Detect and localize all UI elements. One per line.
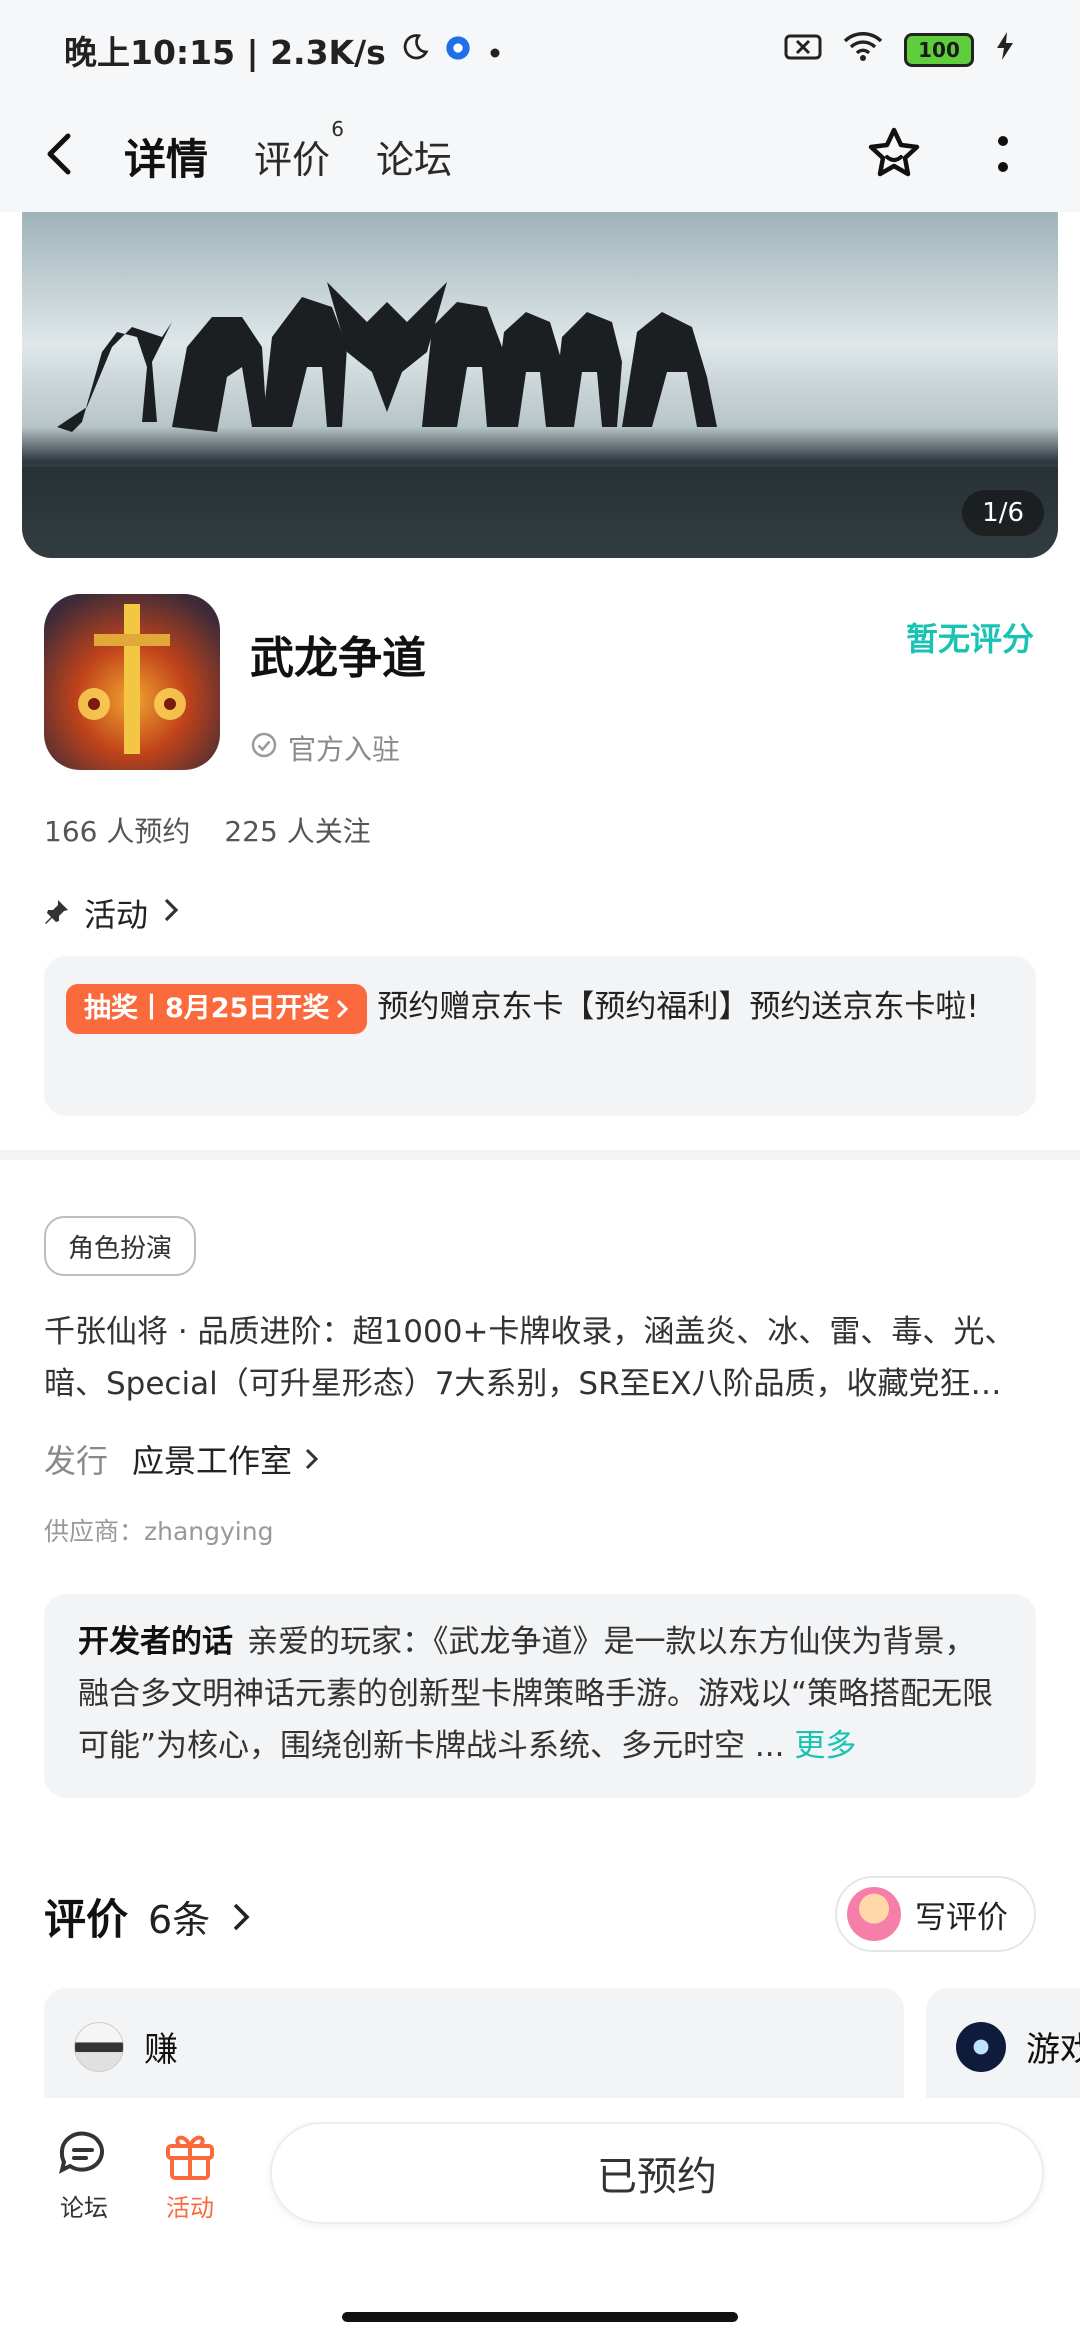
reviews-count: 6条: [148, 1898, 211, 1942]
reserved-button[interactable]: 已预约: [270, 2122, 1044, 2224]
publisher-name: 应景工作室: [132, 1442, 293, 1480]
publisher-label: 发行: [44, 1442, 109, 1480]
tab-reviews[interactable]: 评价 6: [254, 117, 344, 184]
sim-off-icon: [784, 31, 822, 70]
status-bar: 晚上10:15 | 2.3K/s 100: [0, 0, 1080, 100]
reviews-header[interactable]: 评价 6条: [44, 1886, 252, 1947]
followers-count: 225 人关注: [224, 815, 371, 848]
supplier-info: 供应商：zhangying: [44, 1517, 274, 1546]
activity-heading: 活动: [84, 896, 149, 934]
lottery-badge[interactable]: 抽奖丨8月25日开奖: [66, 983, 368, 1034]
activity-card[interactable]: 抽奖丨8月25日开奖 预约赠京东卡【预约福利】预约送京东卡啦!: [44, 956, 1036, 1116]
tab-reviews-badge: 6: [331, 116, 345, 141]
activity-header[interactable]: 活动: [44, 890, 180, 936]
official-badge: 官方入驻: [250, 728, 400, 768]
favorite-star-icon[interactable]: [864, 124, 924, 188]
tab-forum-label: 论坛: [376, 137, 453, 182]
reviewer-avatar: [956, 2022, 1006, 2072]
battery-icon: 100: [904, 33, 974, 67]
app-status-icon: [444, 31, 472, 70]
activity-tab-label: 活动: [166, 2194, 214, 2222]
banner-artwork: [22, 282, 1058, 558]
user-avatar: [847, 1887, 901, 1941]
forum-tab[interactable]: 论坛: [54, 2128, 114, 2223]
verified-check-icon: [250, 731, 278, 766]
rating-status: 暂无评分: [905, 620, 1034, 658]
reviews-title: 评价: [44, 1895, 129, 1944]
game-description[interactable]: 千张仙将 · 品质进阶：超1000+卡牌收录，涵盖炎、冰、雷、毒、光、暗、Spe…: [44, 1306, 1036, 1410]
chevron-right-icon: [162, 894, 180, 932]
lottery-badge-label: 抽奖丨8月25日开奖: [84, 992, 330, 1024]
wifi-icon: [842, 30, 884, 70]
home-indicator[interactable]: [342, 2312, 738, 2322]
publisher-chevron-icon: [305, 1448, 319, 1470]
more-menu-icon[interactable]: [996, 132, 1010, 180]
back-button[interactable]: [40, 130, 80, 182]
write-review-button[interactable]: 写评价: [835, 1876, 1036, 1952]
tab-details[interactable]: 详情: [119, 126, 213, 187]
forum-chat-icon: [59, 2131, 104, 2174]
tab-reviews-label: 评价: [254, 137, 331, 182]
section-divider: [0, 1150, 1080, 1160]
dot-icon: [486, 31, 504, 70]
reviewer-name: 游戏: [1026, 2030, 1080, 2070]
badge-chevron-icon: [337, 999, 349, 1018]
pin-icon: [44, 894, 70, 932]
developer-note-card[interactable]: 开发者的话 亲爱的玩家：《武龙争道》是一款以东方仙侠为背景，融合多文明神话元素的创…: [44, 1594, 1036, 1798]
developer-note-label: 开发者的话: [78, 1624, 233, 1660]
genre-tag[interactable]: 角色扮演: [44, 1216, 197, 1276]
activity-text: 预约赠京东卡【预约福利】预约送京东卡啦!: [377, 989, 979, 1025]
nav-bar: 详情 评价 6 论坛: [0, 100, 1080, 212]
write-review-label: 写评价: [915, 1899, 1008, 1936]
tab-forum[interactable]: 论坛: [376, 129, 452, 184]
official-label: 官方入驻: [288, 733, 401, 766]
screenshot-carousel[interactable]: 1/6: [22, 212, 1058, 558]
charging-icon: [994, 30, 1016, 70]
developer-note-more-link[interactable]: 更多: [794, 1728, 856, 1764]
activity-tab[interactable]: 活动: [162, 2128, 218, 2223]
game-stats: 166 人预约 225 人关注: [44, 810, 371, 850]
status-time: 晚上10:15 | 2.3K/s: [64, 33, 386, 72]
moon-icon: [400, 31, 430, 70]
bottom-action-bar: 论坛 活动 已预约: [0, 2098, 1080, 2340]
game-app-icon: [44, 594, 220, 770]
reviews-chevron-icon: [233, 1903, 250, 1930]
gift-icon: [166, 2135, 214, 2180]
reservations-count: 166 人预约: [44, 815, 191, 848]
carousel-counter: 1/6: [962, 490, 1044, 536]
reviewer-avatar: [74, 2022, 124, 2072]
publisher-row[interactable]: 发行 应景工作室: [44, 1436, 320, 1482]
reviewer-name: 赚: [144, 2030, 178, 2070]
game-title: 武龙争道: [250, 633, 426, 684]
tab-details-label: 详情: [124, 134, 209, 184]
forum-tab-label: 论坛: [60, 2194, 108, 2222]
